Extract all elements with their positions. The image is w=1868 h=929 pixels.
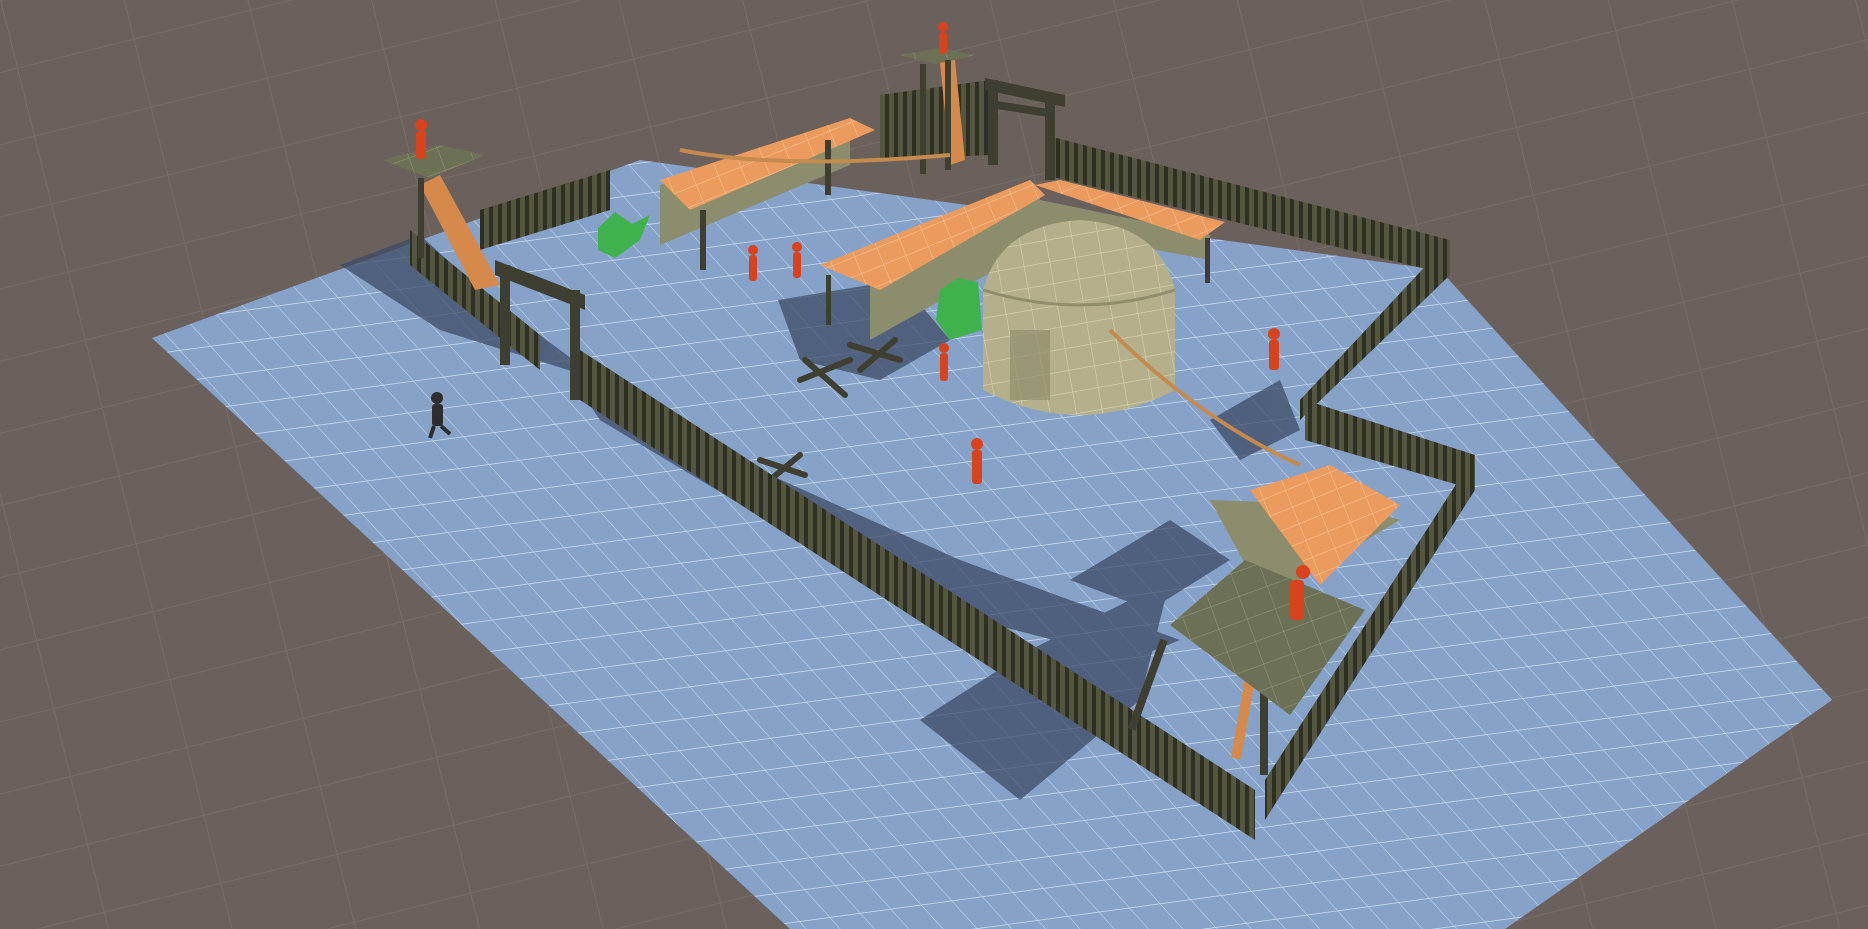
enemy-figure[interactable] [415,119,427,159]
enemy-figure[interactable] [971,438,983,484]
enemy-figure[interactable] [939,343,949,381]
enemy-figure[interactable] [748,245,758,281]
enemy-figure[interactable] [792,242,802,278]
enemy-figure[interactable] [938,22,948,54]
enemy-figure[interactable] [1268,328,1280,370]
yurt[interactable] [982,220,1176,415]
scene-viewport[interactable] [0,0,1868,929]
